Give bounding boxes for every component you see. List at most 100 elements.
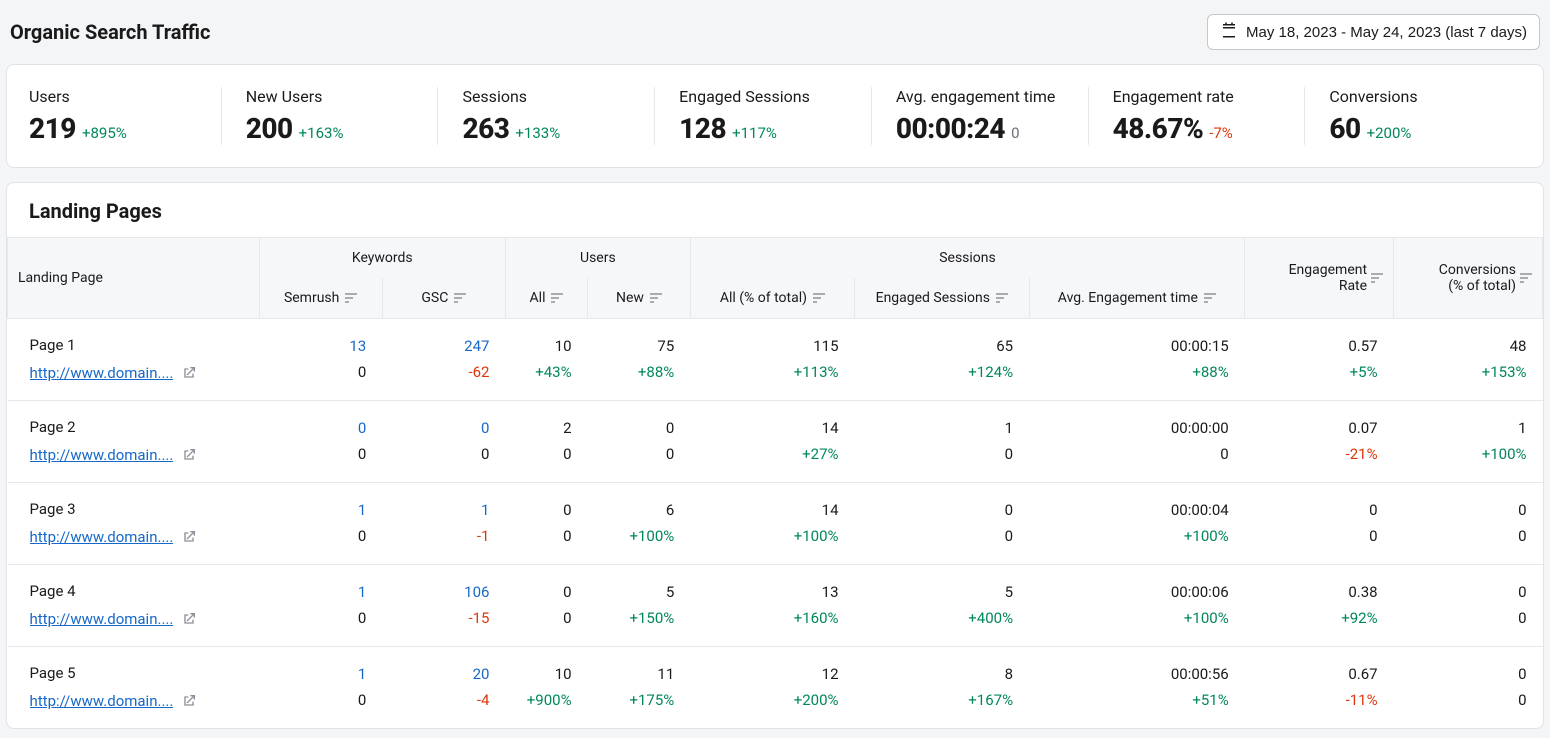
cell-value: 00:00:06 <box>1171 580 1229 606</box>
cell-change: +100% <box>1482 442 1527 468</box>
cell-landing-page: Page 2http://www.domain.... <box>8 401 260 483</box>
external-link-icon[interactable] <box>181 529 197 545</box>
col-semrush[interactable]: Semrush <box>259 278 382 319</box>
cell-value: 14 <box>822 416 839 442</box>
col-gsc[interactable]: GSC <box>382 278 505 319</box>
sort-icon <box>996 293 1008 303</box>
external-link-icon[interactable] <box>181 447 197 463</box>
cell-semrush: 00 <box>259 401 382 483</box>
col-conversions[interactable]: Conversions (% of total) <box>1394 238 1543 319</box>
cell-landing-page: Page 3http://www.domain.... <box>8 483 260 565</box>
col-users-all[interactable]: All <box>505 278 587 319</box>
cell-value: 115 <box>813 334 838 360</box>
cell-uall: 00 <box>505 565 587 647</box>
cell-value: 48 <box>1510 334 1527 360</box>
cell-unew: 6+100% <box>588 483 691 565</box>
cell-value: 0 <box>1518 580 1526 606</box>
cell-value: 0 <box>1005 498 1013 524</box>
metric-tile[interactable]: Conversions60+200% <box>1304 87 1521 145</box>
metric-label: Engaged Sessions <box>679 87 851 106</box>
cell-value: 11 <box>657 662 674 688</box>
cell-semrush: 130 <box>259 319 382 401</box>
cell-change: +160% <box>794 606 839 632</box>
cell-change: +175% <box>629 688 674 714</box>
cell-change: +400% <box>968 606 1013 632</box>
cell-savg: 00:00:000 <box>1029 401 1245 483</box>
cell-semrush: 10 <box>259 483 382 565</box>
cell-seng: 10 <box>855 401 1030 483</box>
metric-tile[interactable]: Sessions263+133% <box>437 87 654 145</box>
cell-seng: 8+167% <box>855 647 1030 729</box>
col-semrush-label: Semrush <box>284 290 339 306</box>
cell-value: 8 <box>1005 662 1013 688</box>
metric-tile[interactable]: Avg. engagement time00:00:240 <box>871 87 1088 145</box>
col-engagement-rate[interactable]: Engagement Rate <box>1245 238 1394 319</box>
col-users-new-label: New <box>616 290 644 306</box>
col-engaged-sessions-label: Engaged Sessions <box>876 290 990 306</box>
sort-icon <box>1371 273 1383 283</box>
external-link-icon[interactable] <box>181 365 197 381</box>
sort-icon <box>1204 293 1216 303</box>
cell-change: -1 <box>477 524 490 550</box>
external-link-icon[interactable] <box>181 693 197 709</box>
col-group-sessions: Sessions <box>690 238 1244 279</box>
cell-value: 0 <box>666 416 674 442</box>
cell-value: 10 <box>555 662 572 688</box>
col-avg-engagement-time[interactable]: Avg. Engagement time <box>1029 278 1245 319</box>
metric-tile[interactable]: Engaged Sessions128+117% <box>654 87 871 145</box>
col-users-new[interactable]: New <box>588 278 691 319</box>
cell-sall: 14+100% <box>690 483 854 565</box>
col-sessions-all[interactable]: All (% of total) <box>690 278 854 319</box>
col-users-all-label: All <box>530 290 546 306</box>
cell-value: 65 <box>996 334 1013 360</box>
page-url-link[interactable]: http://www.domain.... <box>30 525 174 551</box>
date-range-picker[interactable]: May 18, 2023 - May 24, 2023 (last 7 days… <box>1207 14 1540 50</box>
table-row: Page 4http://www.domain....10106-15005+1… <box>8 565 1543 647</box>
cell-value: 1 <box>358 498 366 524</box>
cell-seng: 00 <box>855 483 1030 565</box>
cell-value: 75 <box>657 334 674 360</box>
col-conversions-label-2: (% of total) <box>1448 278 1516 294</box>
page-url-link[interactable]: http://www.domain.... <box>30 607 174 633</box>
metric-label: Sessions <box>462 87 634 106</box>
col-gsc-label: GSC <box>421 290 448 306</box>
col-landing-page[interactable]: Landing Page <box>8 238 260 319</box>
table-row: Page 5http://www.domain....1020-410+900%… <box>8 647 1543 729</box>
cell-value: 0 <box>1518 498 1526 524</box>
page-url-link[interactable]: http://www.domain.... <box>30 443 174 469</box>
sort-icon <box>551 293 563 303</box>
cell-unew: 5+150% <box>588 565 691 647</box>
metric-value: 219 <box>29 112 76 145</box>
cell-landing-page: Page 1http://www.domain.... <box>8 319 260 401</box>
col-engaged-sessions[interactable]: Engaged Sessions <box>855 278 1030 319</box>
cell-value: 5 <box>666 580 674 606</box>
col-group-keywords: Keywords <box>259 238 505 279</box>
cell-value: 0 <box>481 416 489 442</box>
metric-tile[interactable]: Users219+895% <box>29 87 221 145</box>
metric-tile[interactable]: New Users200+163% <box>221 87 438 145</box>
page-name: Page 1 <box>30 333 244 359</box>
cell-value: 00:00:56 <box>1171 662 1229 688</box>
col-conversions-label-1: Conversions <box>1439 262 1516 278</box>
col-avg-engagement-time-label: Avg. Engagement time <box>1058 290 1198 306</box>
cell-sall: 14+27% <box>690 401 854 483</box>
cell-change: +51% <box>1192 688 1228 714</box>
metric-change: +200% <box>1367 124 1412 142</box>
cell-seng: 5+400% <box>855 565 1030 647</box>
sort-icon <box>813 293 825 303</box>
metric-change: 0 <box>1011 124 1019 142</box>
cell-change: +150% <box>629 606 674 632</box>
table-row: Page 1http://www.domain....130247-6210+4… <box>8 319 1543 401</box>
metric-tile[interactable]: Engagement rate48.67%-7% <box>1088 87 1305 145</box>
cell-value: 13 <box>822 580 839 606</box>
cell-uall: 10+900% <box>505 647 587 729</box>
cell-change: 0 <box>358 524 366 550</box>
page-title: Organic Search Traffic <box>10 20 210 44</box>
landing-pages-card: Landing Pages Landing Page Keywords User… <box>6 182 1544 729</box>
page-url-link[interactable]: http://www.domain.... <box>30 689 174 715</box>
external-link-icon[interactable] <box>181 611 197 627</box>
cell-value: 0 <box>358 416 366 442</box>
page-url-link[interactable]: http://www.domain.... <box>30 361 174 387</box>
cell-value: 5 <box>1005 580 1013 606</box>
page-name: Page 4 <box>30 579 244 605</box>
